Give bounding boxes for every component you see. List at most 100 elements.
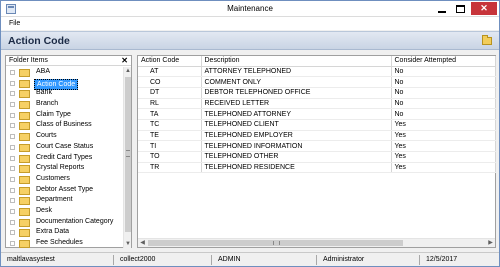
cell-consider-attempted: Yes [391,140,496,152]
folder-item[interactable]: Fee Schedules [6,238,122,248]
cell-description: TELEPHONED ATTORNEY [201,108,392,120]
close-button[interactable]: ✕ [471,2,497,15]
folder-item[interactable]: Debtor Asset Type [6,185,122,196]
folder-icon [19,175,30,184]
folder-item[interactable]: Documentation Category [6,217,122,228]
scroll-right-icon[interactable]: ▶ [486,239,495,248]
table-row[interactable]: TR TELEPHONED RESIDENCE Yes [138,162,496,174]
table-row[interactable]: RL RECEIVED LETTER No [138,98,496,110]
folder-icon [19,218,30,227]
scroll-thumb[interactable] [125,77,131,232]
cell-consider-attempted: No [391,76,496,88]
folder-item[interactable]: Bank [6,88,122,99]
folder-item[interactable]: Action Code [6,78,122,90]
folder-items-title: Folder Items [9,57,48,64]
folder-icon [19,197,30,206]
table-row[interactable]: CO COMMENT ONLY No [138,76,496,88]
cell-action-code: AT [138,66,202,78]
cell-consider-attempted: No [391,66,496,78]
folder-item-label: Customers [36,174,70,182]
folder-icon [19,122,30,131]
folder-item[interactable]: Crystal Reports [6,163,122,174]
folder-item-label: Claim Type [36,110,71,118]
folder-item-label: ABA [36,68,51,75]
folder-icon [19,207,30,216]
folder-icon [19,101,30,110]
column-header-description[interactable]: Description [201,56,392,67]
table-row[interactable]: DT DEBTOR TELEPHONED OFFICE No [138,87,496,99]
status-machine: maltlavasystest [4,255,114,265]
cell-action-code: CO [138,76,202,88]
table-row[interactable]: TO TELEPHONED OTHER Yes [138,151,496,163]
cell-description: TELEPHONED OTHER [201,151,392,163]
folder-item-label: Court Case Status [36,142,94,150]
folder-item-label: Bank [36,89,52,97]
maximize-button[interactable] [452,2,469,15]
cell-action-code: TI [138,140,202,152]
cell-action-code: TO [138,151,202,163]
folder-icon [19,186,30,195]
cell-consider-attempted: Yes [391,162,496,174]
cell-description: DEBTOR TELEPHONED OFFICE [201,87,392,99]
folder-icon [19,111,30,120]
cell-action-code: RL [138,98,202,110]
table-row[interactable]: TI TELEPHONED INFORMATION Yes [138,140,496,152]
folder-vertical-scrollbar[interactable]: ▲ ▼ [123,67,131,248]
tree-connector-icon [10,198,15,204]
folder-item[interactable]: Desk [6,206,122,217]
page-header: Action Code [1,31,499,50]
status-user: Administrator [320,255,420,265]
horizontal-scroll-thumb[interactable] [148,240,403,246]
cell-description: RECEIVED LETTER [201,98,392,110]
folder-item[interactable]: Customers [6,174,122,185]
cell-action-code: TA [138,108,202,120]
cell-consider-attempted: Yes [391,119,496,131]
status-domain: ADMIN [215,255,317,265]
tree-connector-icon [10,91,15,97]
maximize-icon [456,4,465,13]
folder-item[interactable]: Extra Data [6,227,122,238]
cell-consider-attempted: No [391,87,496,99]
folder-item[interactable]: Courts [6,131,122,142]
scroll-down-icon[interactable]: ▼ [124,240,132,248]
cell-description: TELEPHONED CLIENT [201,119,392,131]
maintenance-window: Maintenance ✕ File Action Code Folder It… [0,0,500,267]
folder-item-label: Department [36,196,73,204]
tree-connector-icon [10,219,15,225]
folder-items-pane: Folder Items ✕ ABA Action Code Bank Branch C… [5,55,132,248]
cell-description: TELEPHONED EMPLOYER [201,130,392,142]
tree-connector-icon [10,208,15,214]
folder-item[interactable]: Credit Card Types [6,153,122,164]
menu-file[interactable]: File [9,20,20,27]
action-code-table: Action Code Description Consider Attempt… [138,56,496,174]
column-header-action-code[interactable]: Action Code [138,56,202,67]
scroll-up-icon[interactable]: ▲ [124,67,132,75]
folder-item[interactable]: ABA [6,67,122,78]
folder-icon[interactable] [482,35,492,45]
table-row[interactable]: TA TELEPHONED ATTORNEY No [138,108,496,120]
status-database: collect2000 [117,255,212,265]
folder-item[interactable]: Claim Type [6,110,122,121]
folder-items-header: Folder Items ✕ [6,56,131,66]
table-row[interactable]: TE TELEPHONED EMPLOYER Yes [138,130,496,142]
cell-description: TELEPHONED RESIDENCE [201,162,392,174]
folder-item[interactable]: Class of Business [6,120,122,131]
tree-connector-icon [10,102,15,108]
scroll-left-icon[interactable]: ◀ [138,239,147,248]
table-row[interactable]: TC TELEPHONED CLIENT Yes [138,119,496,131]
cell-consider-attempted: No [391,108,496,120]
minimize-button[interactable] [433,2,450,15]
folder-icon [19,90,30,99]
folder-item-label: Branch [36,100,59,108]
folder-item[interactable]: Court Case Status [6,142,122,153]
grid-horizontal-scrollbar[interactable]: ◀ ▶ [138,238,495,247]
folder-item[interactable]: Department [6,195,122,206]
folder-item[interactable]: Branch [6,99,122,110]
column-header-consider-attempted[interactable]: Consider Attempted [391,56,496,67]
close-pane-icon[interactable]: ✕ [121,56,128,65]
cell-description: COMMENT ONLY [201,76,392,88]
cell-action-code: TE [138,130,202,142]
title-bar[interactable]: Maintenance ✕ [1,1,499,17]
cell-consider-attempted: Yes [391,130,496,142]
table-row[interactable]: AT ATTORNEY TELEPHONED No [138,66,496,78]
